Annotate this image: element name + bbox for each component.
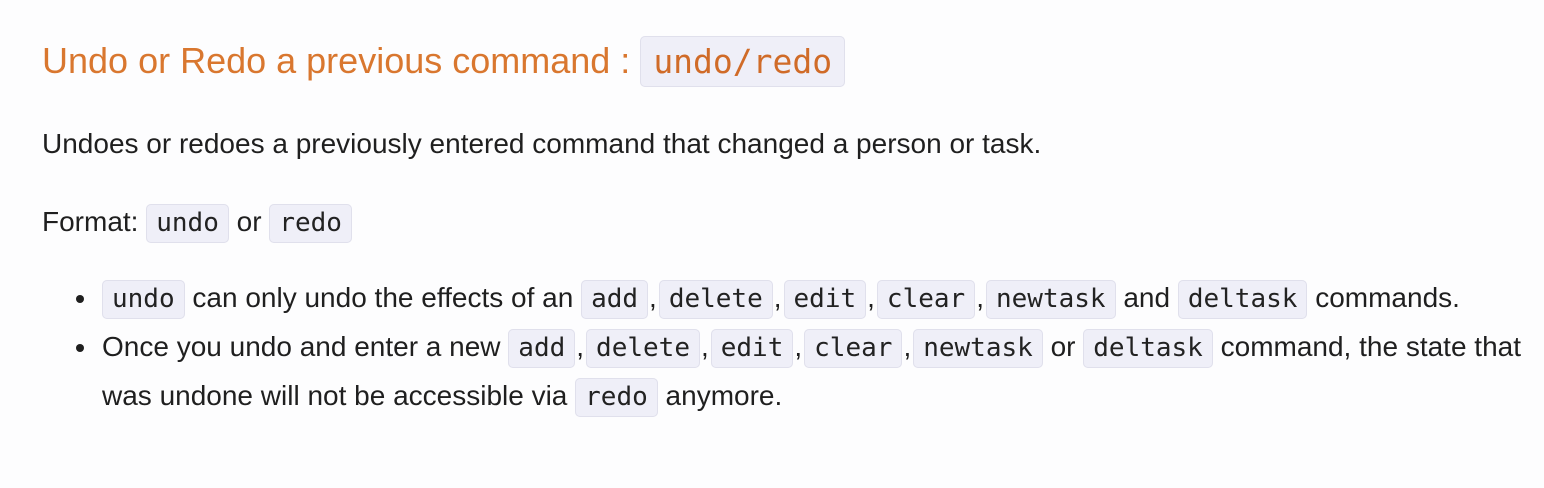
heading-command-code: undo/redo (640, 36, 846, 87)
format-line: Format: undo or redo (42, 199, 352, 246)
comma: , (773, 282, 782, 313)
format-or: or (228, 206, 270, 237)
section-heading: Undo or Redo a previous command : undo/r… (42, 30, 846, 93)
bullet-code-newtask: newtask (913, 329, 1043, 368)
bullet-tail-end: anymore. (657, 380, 783, 411)
bullet-code-add: add (581, 280, 649, 319)
bullet-text: Once you undo and enter a new (102, 331, 509, 362)
format-code-redo: redo (269, 204, 352, 243)
bullet-code-deltask: deltask (1083, 329, 1213, 368)
bullet-code-clear: clear (804, 329, 903, 368)
bullet-joiner: or (1042, 331, 1084, 362)
format-code-undo: undo (146, 204, 229, 243)
bullet-code-delete: delete (658, 280, 773, 319)
bullet-code-undo: undo (102, 280, 185, 319)
comma: , (867, 282, 875, 313)
heading-text: Undo or Redo a previous command : (42, 40, 641, 81)
bullet-joiner: and (1115, 282, 1178, 313)
list-item: Once you undo and enter a new add, delete… (76, 323, 1532, 421)
intro-paragraph: Undoes or redoes a previously entered co… (42, 128, 1042, 159)
comma: , (576, 331, 585, 362)
bullet-code-redo: redo (575, 378, 658, 417)
comma: , (794, 331, 803, 362)
bullet-tail: commands. (1307, 282, 1460, 313)
comma: , (903, 331, 912, 362)
list-item: undo can only undo the effects of an add… (76, 274, 1532, 323)
bullet-code-edit: edit (783, 280, 867, 319)
format-label: Format: (42, 206, 147, 237)
bullet-code-newtask: newtask (985, 280, 1116, 319)
bullet-code-edit: edit (710, 329, 794, 368)
bullet-text: can only undo the effects of an (184, 282, 582, 313)
comma: , (976, 282, 984, 313)
bullet-code-delete: delete (586, 329, 700, 368)
comma: , (700, 331, 709, 362)
comma: , (649, 282, 657, 313)
bullet-code-deltask: deltask (1177, 280, 1308, 319)
bullet-code-clear: clear (876, 280, 976, 319)
bullet-code-add: add (508, 329, 576, 368)
notes-list: undo can only undo the effects of an add… (42, 274, 1532, 421)
